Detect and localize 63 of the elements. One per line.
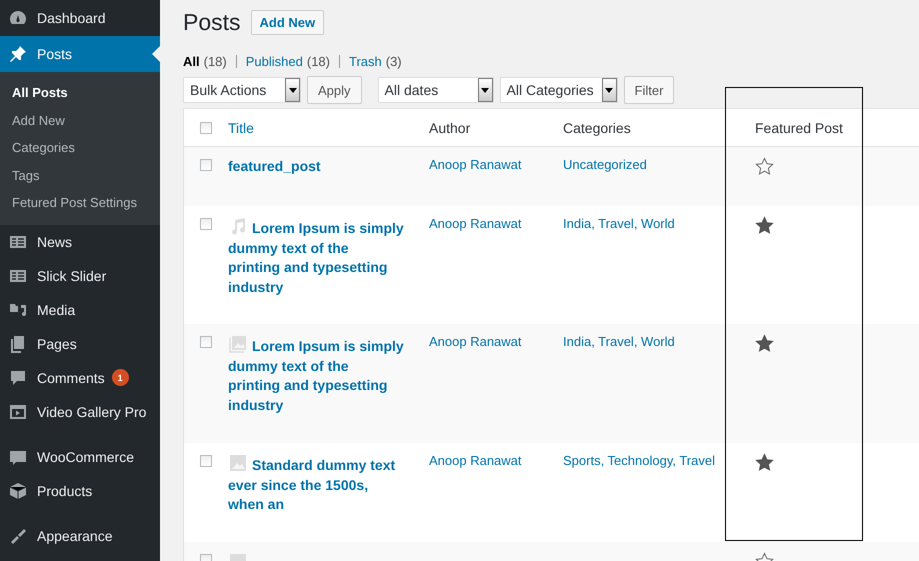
post-title-link[interactable]: Standard dummy text ever since the 1500s, when an (228, 453, 404, 514)
caret-icon (288, 88, 296, 92)
post-title-link[interactable]: Lorem Ipsum is simply dummy text of the printing and typesetting industry (228, 216, 404, 297)
submenu-item[interactable]: Add New (0, 106, 160, 134)
author-link[interactable]: Anoop Ranawat (429, 453, 522, 468)
count-badge: 1 (112, 369, 129, 386)
author-link[interactable]: Anoop Ranawat (429, 334, 522, 349)
outline-star-icon[interactable] (755, 157, 774, 176)
sidebar-item[interactable]: Pages (0, 326, 160, 361)
sidebar-item[interactable]: WooCommerce (0, 440, 160, 474)
column-header: Author (429, 120, 470, 136)
filled-star-icon[interactable] (755, 453, 774, 472)
filled-star-icon[interactable] (755, 216, 774, 235)
sidebar-item[interactable]: Media (0, 292, 160, 327)
filled-star-icon[interactable] (755, 334, 774, 353)
view-filter-link[interactable]: All (183, 54, 200, 68)
sidebar-item[interactable]: Comments 1 (0, 360, 160, 395)
submenu-item[interactable]: All Posts (0, 79, 160, 107)
submenu-item[interactable]: Categories (0, 134, 160, 162)
author-link[interactable]: Anoop Ranawat (429, 216, 522, 231)
sidebar-item[interactable]: News (0, 224, 160, 259)
row-checkbox[interactable] (200, 159, 212, 171)
pushpin-icon (8, 44, 28, 64)
gallery-icon (228, 334, 248, 354)
sidebar-item[interactable]: Posts (0, 36, 160, 72)
add-new-button[interactable]: Add New (250, 10, 324, 34)
sidebar-item[interactable]: Slick Slider (0, 258, 160, 293)
image-icon (228, 453, 248, 473)
caret-icon (481, 88, 490, 92)
filter-button[interactable]: Filter (624, 76, 674, 104)
sidebar-item[interactable]: Appearance (0, 518, 160, 553)
categories-link[interactable]: Uncategorized (563, 157, 647, 172)
categories-link[interactable]: Sports, Technology, Travel (563, 453, 715, 468)
view-filter-link[interactable]: Trash (348, 54, 382, 68)
date-dropdown[interactable]: All dates (378, 77, 494, 103)
caret-icon (605, 88, 614, 92)
post-title-link[interactable]: Lorem Ipsum is simply dummy text of the printing and typesetting industry (228, 334, 404, 415)
column-header-link[interactable]: Title (228, 120, 254, 136)
active-pointer-icon (152, 46, 160, 62)
select-all-checkbox[interactable] (200, 122, 212, 134)
apply-button[interactable]: Apply (307, 76, 362, 104)
row-checkbox[interactable] (200, 336, 212, 348)
sidebar-item[interactable]: Video Gallery Pro (0, 394, 160, 429)
column-header: Categories (563, 120, 631, 136)
categories-link[interactable]: India, Travel, World (563, 216, 675, 231)
box-icon (8, 480, 28, 501)
submenu-item[interactable]: Fetured Post Settings (0, 189, 160, 217)
post-count: (18) (204, 54, 227, 68)
sidebar-item[interactable]: Dashboard (0, 0, 160, 36)
sidebar-item[interactable]: Products (0, 474, 160, 508)
author-link[interactable]: Anoop Ranawat (429, 157, 522, 172)
category-dropdown[interactable]: All Categories (500, 77, 618, 103)
post-count: (18) (306, 54, 330, 68)
categories-link[interactable]: India, Travel, World (563, 334, 675, 349)
row-checkbox[interactable] (200, 455, 212, 467)
view-filter-link[interactable]: Published (246, 54, 303, 68)
row-checkbox[interactable] (200, 218, 212, 230)
bulk-actions-dropdown[interactable]: Bulk Actions (183, 77, 301, 103)
column-header: Featured Post (755, 120, 843, 136)
post-title-link[interactable]: featured_post (228, 157, 404, 176)
submenu-item[interactable]: Tags (0, 162, 160, 190)
post-count: (3) (386, 54, 402, 68)
page-title: Posts (183, 8, 241, 36)
